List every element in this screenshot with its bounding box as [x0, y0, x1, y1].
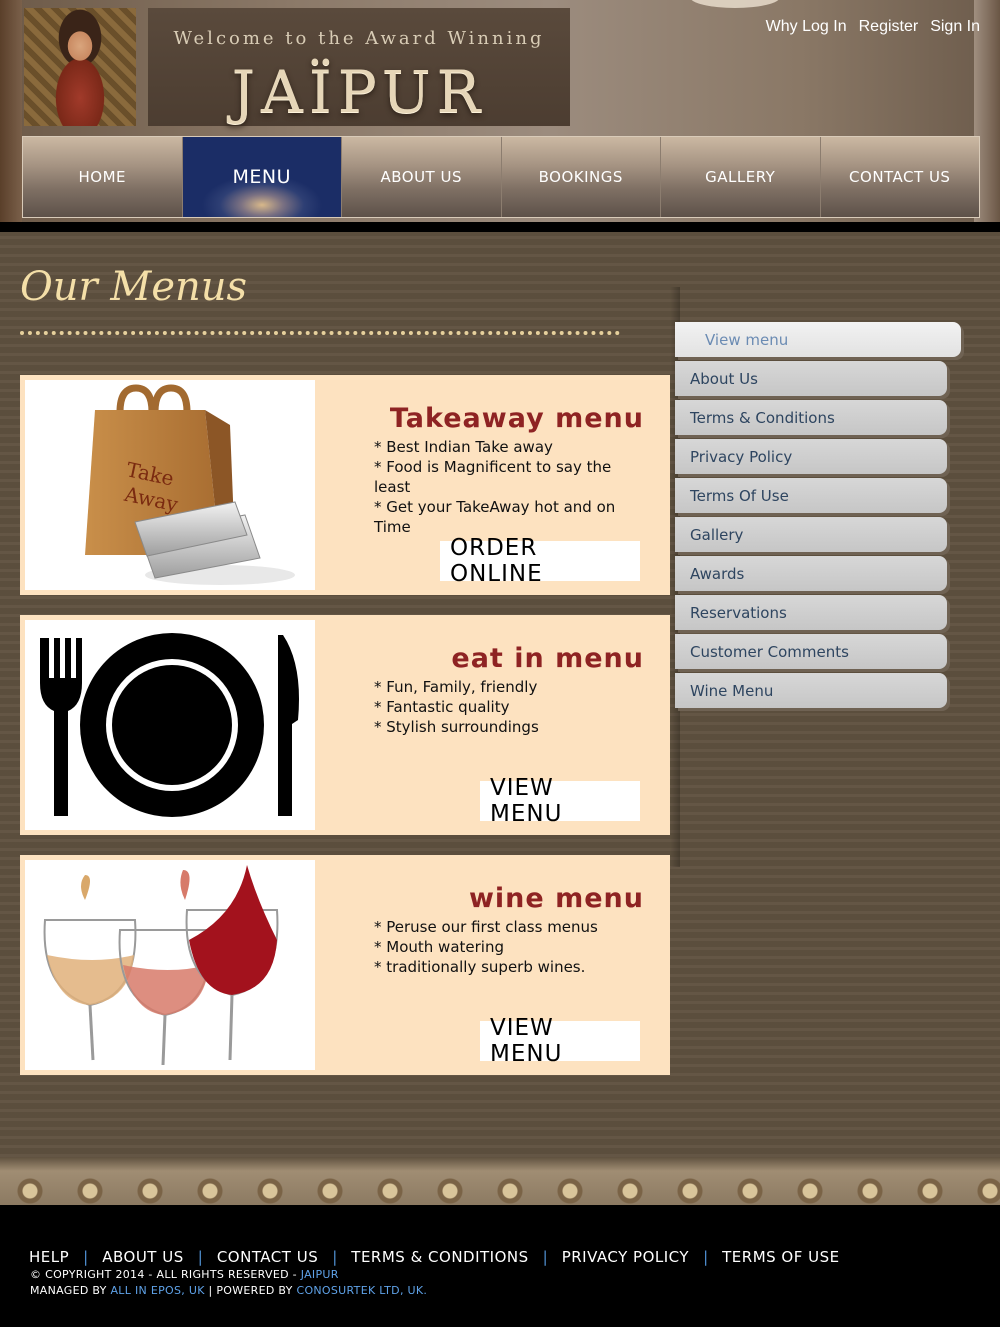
banner-brand-name: JAÏPUR [231, 58, 487, 126]
managed-by-link[interactable]: ALL IN EPOS, UK [110, 1284, 204, 1297]
bullet-item: * traditionally superb wines. [374, 958, 586, 976]
nav-tab-gallery[interactable]: GALLERY [661, 137, 821, 217]
wine-menu-card: wine menu * Peruse our first class menus… [20, 855, 670, 1075]
order-online-button[interactable]: ORDER ONLINE [440, 535, 640, 587]
page-title: Our Menus [20, 264, 248, 310]
dome-decoration [690, 0, 780, 8]
header-banner-logo[interactable]: Welcome to the Award Winning JAÏPUR [148, 8, 570, 126]
header-portrait-image [24, 8, 136, 126]
top-links: Why Log In Register Sign In [766, 18, 980, 36]
nav-tab-home[interactable]: HOME [23, 137, 183, 217]
plate-fork-knife-image [25, 620, 315, 830]
nav-tab-contact-us[interactable]: CONTACT US [820, 137, 979, 217]
copyright-line: © COPYRIGHT 2014 - ALL RIGHTS RESERVED -… [30, 1268, 339, 1281]
sidebar-item-terms-of-use[interactable]: Terms Of Use [675, 478, 947, 513]
eat-in-menu-title: eat in menu [451, 643, 644, 674]
bullet-item: * Get your TakeAway hot and on Time [374, 498, 616, 536]
footer-separator: | [703, 1248, 709, 1266]
sidebar-item-reservations[interactable]: Reservations [675, 595, 947, 630]
footer-link-terms-of-use[interactable]: TERMS OF USE [722, 1248, 839, 1266]
sidebar-item-customer-comments[interactable]: Customer Comments [675, 634, 947, 669]
managed-by-line: MANAGED BY ALL IN EPOS, UK | POWERED BY … [30, 1284, 427, 1297]
footer-links: HELP | ABOUT US | CONTACT US | TERMS & C… [29, 1248, 840, 1266]
sidebar-menu: View menu About Us Terms & Conditions Pr… [675, 322, 965, 712]
main-nav: HOME MENU ABOUT US BOOKINGS GALLERY CONT… [22, 136, 980, 218]
bullet-item: * Best Indian Take away [374, 438, 553, 456]
banner-welcome-text: Welcome to the Award Winning [173, 28, 545, 49]
footer-link-help[interactable]: HELP [29, 1248, 69, 1266]
footer-separator: | [542, 1248, 548, 1266]
header-divider [0, 222, 1000, 232]
wine-glasses-image [25, 860, 315, 1070]
main-content: Our Menus Take Away Takeaway menu * Best… [0, 232, 1000, 1157]
footer-separator: | [83, 1248, 89, 1266]
takeaway-bullets: * Best Indian Take away * Food is Magnif… [374, 437, 649, 537]
register-link[interactable]: Register [859, 18, 919, 36]
sidebar-item-about-us[interactable]: About Us [675, 361, 947, 396]
bullet-item: * Mouth watering [374, 938, 504, 956]
wine-menu-title: wine menu [468, 883, 644, 914]
footer-ornament-band [0, 1157, 1000, 1205]
footer-link-terms-conditions[interactable]: TERMS & CONDITIONS [351, 1248, 528, 1266]
nav-tab-menu[interactable]: MENU [182, 137, 342, 217]
managed-by-label: MANAGED BY [30, 1284, 107, 1297]
eat-in-view-menu-button[interactable]: VIEW MENU [480, 775, 640, 827]
copyright-brand-link[interactable]: JAIPUR [301, 1268, 339, 1281]
footer-link-privacy-policy[interactable]: PRIVACY POLICY [562, 1248, 689, 1266]
bullet-item: * Stylish surroundings [374, 718, 539, 736]
eat-in-menu-card: eat in menu * Fun, Family, friendly * Fa… [20, 615, 670, 835]
sidebar-item-terms-conditions[interactable]: Terms & Conditions [675, 400, 947, 435]
footer-link-about-us[interactable]: ABOUT US [102, 1248, 184, 1266]
curtain-left-decoration [0, 0, 22, 222]
sidebar-item-wine-menu[interactable]: Wine Menu [675, 673, 947, 708]
takeaway-menu-title: Takeaway menu [389, 403, 644, 434]
bullet-item: * Fun, Family, friendly [374, 678, 538, 696]
takeaway-bag-image: Take Away [25, 380, 315, 590]
eat-in-bullets: * Fun, Family, friendly * Fantastic qual… [374, 677, 649, 737]
sidebar-item-privacy-policy[interactable]: Privacy Policy [675, 439, 947, 474]
sidebar-item-awards[interactable]: Awards [675, 556, 947, 591]
copyright-text: © COPYRIGHT 2014 - ALL RIGHTS RESERVED - [30, 1268, 297, 1281]
wine-view-menu-button[interactable]: VIEW MENU [480, 1015, 640, 1067]
sidebar-item-gallery[interactable]: Gallery [675, 517, 947, 552]
bullet-item: * Peruse our first class menus [374, 918, 598, 936]
bullet-item: * Fantastic quality [374, 698, 510, 716]
why-log-in-link[interactable]: Why Log In [766, 18, 847, 36]
sign-in-link[interactable]: Sign In [930, 18, 980, 36]
powered-by-label: | POWERED BY [208, 1284, 293, 1297]
sidebar-item-view-menu[interactable]: View menu [675, 322, 961, 357]
site-header: Welcome to the Award Winning JAÏPUR Why … [0, 0, 1000, 222]
nav-tab-about-us[interactable]: ABOUT US [342, 137, 502, 217]
takeaway-menu-card: Take Away Takeaway menu * Best Indian Ta… [20, 375, 670, 595]
footer-separator: | [197, 1248, 203, 1266]
title-dotted-divider [20, 331, 620, 335]
footer-separator: | [332, 1248, 338, 1266]
site-footer: HELP | ABOUT US | CONTACT US | TERMS & C… [0, 1205, 1000, 1327]
wine-bullets: * Peruse our first class menus * Mouth w… [374, 917, 649, 977]
footer-link-contact-us[interactable]: CONTACT US [217, 1248, 318, 1266]
nav-tab-bookings[interactable]: BOOKINGS [501, 137, 661, 217]
powered-by-link[interactable]: CONOSURTEK LTD, UK. [296, 1284, 427, 1297]
bullet-item: * Food is Magnificent to say the least [374, 458, 612, 496]
